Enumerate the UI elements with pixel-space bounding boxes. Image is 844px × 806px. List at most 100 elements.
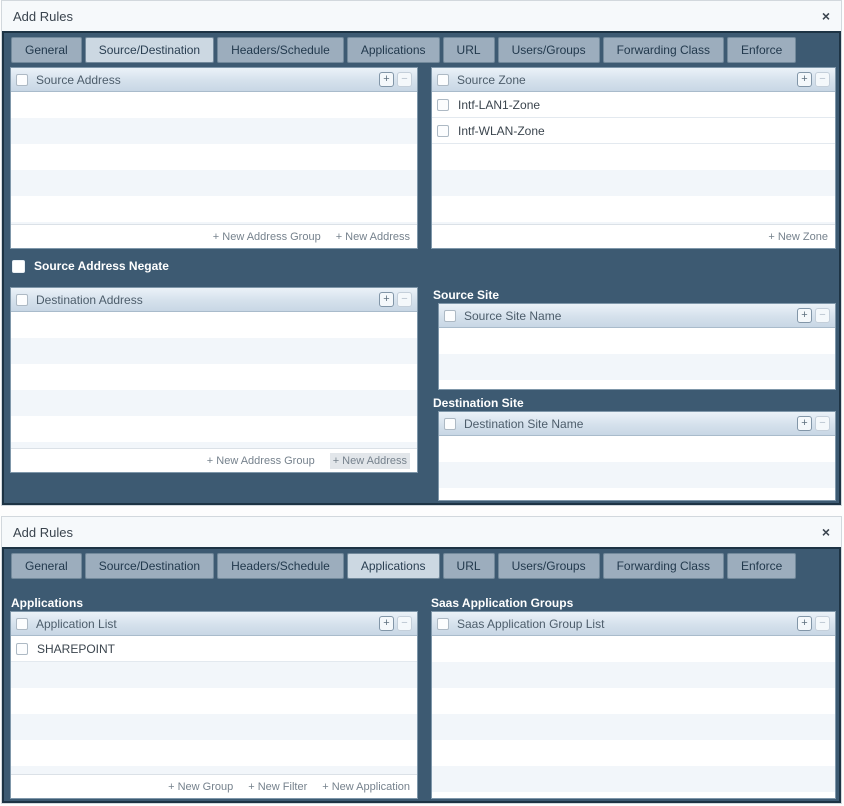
source-zone-panel: Source Zone + − Intf-LAN1-Zone Intf-WLAN…: [431, 67, 836, 249]
tab-forwarding-class[interactable]: Forwarding Class: [603, 37, 724, 63]
source-site-panel: Source Site Name + −: [438, 303, 836, 390]
source-site-header-label: Source Site Name: [464, 309, 561, 323]
source-zone-row-intf-wlan[interactable]: Intf-WLAN-Zone: [432, 118, 835, 144]
saas-group-add-icon[interactable]: +: [797, 616, 812, 631]
source-site-remove-icon[interactable]: −: [815, 308, 830, 323]
destination-address-header-label: Destination Address: [36, 293, 143, 307]
destination-site-add-icon[interactable]: +: [797, 416, 812, 431]
tab-users-groups[interactable]: Users/Groups: [498, 37, 600, 63]
source-zone-select-all-checkbox[interactable]: [437, 74, 449, 86]
source-address-list: [11, 92, 417, 224]
source-address-footer: + New Address Group + New Address: [11, 224, 417, 248]
dialog-content: General Source/Destination Headers/Sched…: [2, 547, 841, 803]
source-address-select-all-checkbox[interactable]: [16, 74, 28, 86]
close-icon[interactable]: ×: [822, 9, 830, 23]
zone-wlan-checkbox[interactable]: [437, 125, 449, 137]
dialog-content: General Source/Destination Headers/Sched…: [2, 31, 841, 505]
destination-site-remove-icon[interactable]: −: [815, 416, 830, 431]
sharepoint-label: SHAREPOINT: [37, 642, 115, 656]
source-zone-remove-icon[interactable]: −: [815, 72, 830, 87]
title-bar: Add Rules ×: [2, 517, 841, 547]
tab-enforce[interactable]: Enforce: [727, 37, 796, 63]
applications-section-label: Applications: [11, 596, 83, 610]
add-rules-dialog-applications: Add Rules × General Source/Destination H…: [1, 516, 842, 804]
new-filter-link[interactable]: + New Filter: [248, 781, 307, 793]
application-remove-icon[interactable]: −: [397, 616, 412, 631]
dialog-title: Add Rules: [13, 525, 73, 540]
tab-enforce[interactable]: Enforce: [727, 553, 796, 579]
destination-site-header-label: Destination Site Name: [464, 417, 583, 431]
add-rules-dialog-source-destination: Add Rules × General Source/Destination H…: [1, 0, 842, 506]
source-address-remove-icon[interactable]: −: [397, 72, 412, 87]
source-address-add-icon[interactable]: +: [379, 72, 394, 87]
source-zone-list: Intf-LAN1-Zone Intf-WLAN-Zone: [432, 92, 835, 224]
saas-application-group-list-header: Saas Application Group List + −: [432, 612, 835, 636]
tab-url[interactable]: URL: [443, 37, 495, 63]
source-site-list: [439, 328, 835, 389]
new-address-group-link[interactable]: + New Address Group: [207, 455, 315, 467]
application-list-footer: + New Group + New Filter + New Applicati…: [11, 774, 417, 798]
source-zone-row-intf-lan1[interactable]: Intf-LAN1-Zone: [432, 92, 835, 118]
saas-application-group-list: [432, 636, 835, 798]
tab-headers-schedule[interactable]: Headers/Schedule: [217, 553, 344, 579]
source-address-panel: Source Address + − + New Address Group +…: [10, 67, 418, 249]
tab-applications[interactable]: Applications: [347, 553, 440, 579]
new-zone-link[interactable]: + New Zone: [768, 231, 828, 243]
zone-lan1-label: Intf-LAN1-Zone: [458, 98, 540, 112]
zone-lan1-checkbox[interactable]: [437, 99, 449, 111]
application-add-icon[interactable]: +: [379, 616, 394, 631]
dialog-title: Add Rules: [13, 9, 73, 24]
destination-address-list: [11, 312, 417, 448]
saas-group-remove-icon[interactable]: −: [815, 616, 830, 631]
zone-wlan-label: Intf-WLAN-Zone: [458, 124, 545, 138]
destination-address-header: Destination Address + −: [11, 288, 417, 312]
tab-source-destination[interactable]: Source/Destination: [85, 37, 214, 63]
source-zone-add-icon[interactable]: +: [797, 72, 812, 87]
tab-bar: General Source/Destination Headers/Sched…: [4, 549, 839, 579]
source-zone-footer: + New Zone: [432, 224, 835, 248]
destination-address-footer: + New Address Group + New Address: [11, 448, 417, 472]
source-site-select-all-checkbox[interactable]: [444, 310, 456, 322]
title-bar: Add Rules ×: [2, 1, 841, 31]
saas-group-select-all-checkbox[interactable]: [437, 618, 449, 630]
destination-site-header: Destination Site Name + −: [439, 412, 835, 436]
destination-site-list: [439, 436, 835, 500]
source-zone-header-label: Source Zone: [457, 73, 526, 87]
destination-site-select-all-checkbox[interactable]: [444, 418, 456, 430]
tab-general[interactable]: General: [11, 553, 82, 579]
application-list-select-all-checkbox[interactable]: [16, 618, 28, 630]
source-address-negate-checkbox[interactable]: [12, 260, 25, 273]
new-address-group-link[interactable]: + New Address Group: [213, 231, 321, 243]
tab-headers-schedule[interactable]: Headers/Schedule: [217, 37, 344, 63]
application-list-panel: Application List + − SHAREPOINT + New Gr…: [10, 611, 418, 799]
tab-applications[interactable]: Applications: [347, 37, 440, 63]
source-address-header-label: Source Address: [36, 73, 121, 87]
tab-source-destination[interactable]: Source/Destination: [85, 553, 214, 579]
tab-users-groups[interactable]: Users/Groups: [498, 553, 600, 579]
destination-address-add-icon[interactable]: +: [379, 292, 394, 307]
source-address-header: Source Address + −: [11, 68, 417, 92]
application-list-header-label: Application List: [36, 617, 117, 631]
source-site-add-icon[interactable]: +: [797, 308, 812, 323]
tab-general[interactable]: General: [11, 37, 82, 63]
new-group-link[interactable]: + New Group: [168, 781, 233, 793]
tab-url[interactable]: URL: [443, 553, 495, 579]
source-site-section-label: Source Site: [433, 288, 499, 302]
sharepoint-checkbox[interactable]: [16, 643, 28, 655]
source-site-header: Source Site Name + −: [439, 304, 835, 328]
application-row-sharepoint[interactable]: SHAREPOINT: [11, 636, 417, 662]
tab-forwarding-class[interactable]: Forwarding Class: [603, 553, 724, 579]
destination-address-remove-icon[interactable]: −: [397, 292, 412, 307]
source-address-negate: Source Address Negate: [12, 259, 169, 273]
source-address-negate-label: Source Address Negate: [34, 259, 169, 273]
new-application-link[interactable]: + New Application: [322, 781, 410, 793]
source-zone-header: Source Zone + −: [432, 68, 835, 92]
destination-address-select-all-checkbox[interactable]: [16, 294, 28, 306]
close-icon[interactable]: ×: [822, 525, 830, 539]
new-address-link[interactable]: + New Address: [336, 231, 410, 243]
new-address-link[interactable]: + New Address: [330, 453, 410, 469]
saas-application-group-list-header-label: Saas Application Group List: [457, 617, 604, 631]
saas-application-groups-section-label: Saas Application Groups: [431, 596, 573, 610]
saas-application-group-list-panel: Saas Application Group List + −: [431, 611, 836, 799]
application-list-header: Application List + −: [11, 612, 417, 636]
